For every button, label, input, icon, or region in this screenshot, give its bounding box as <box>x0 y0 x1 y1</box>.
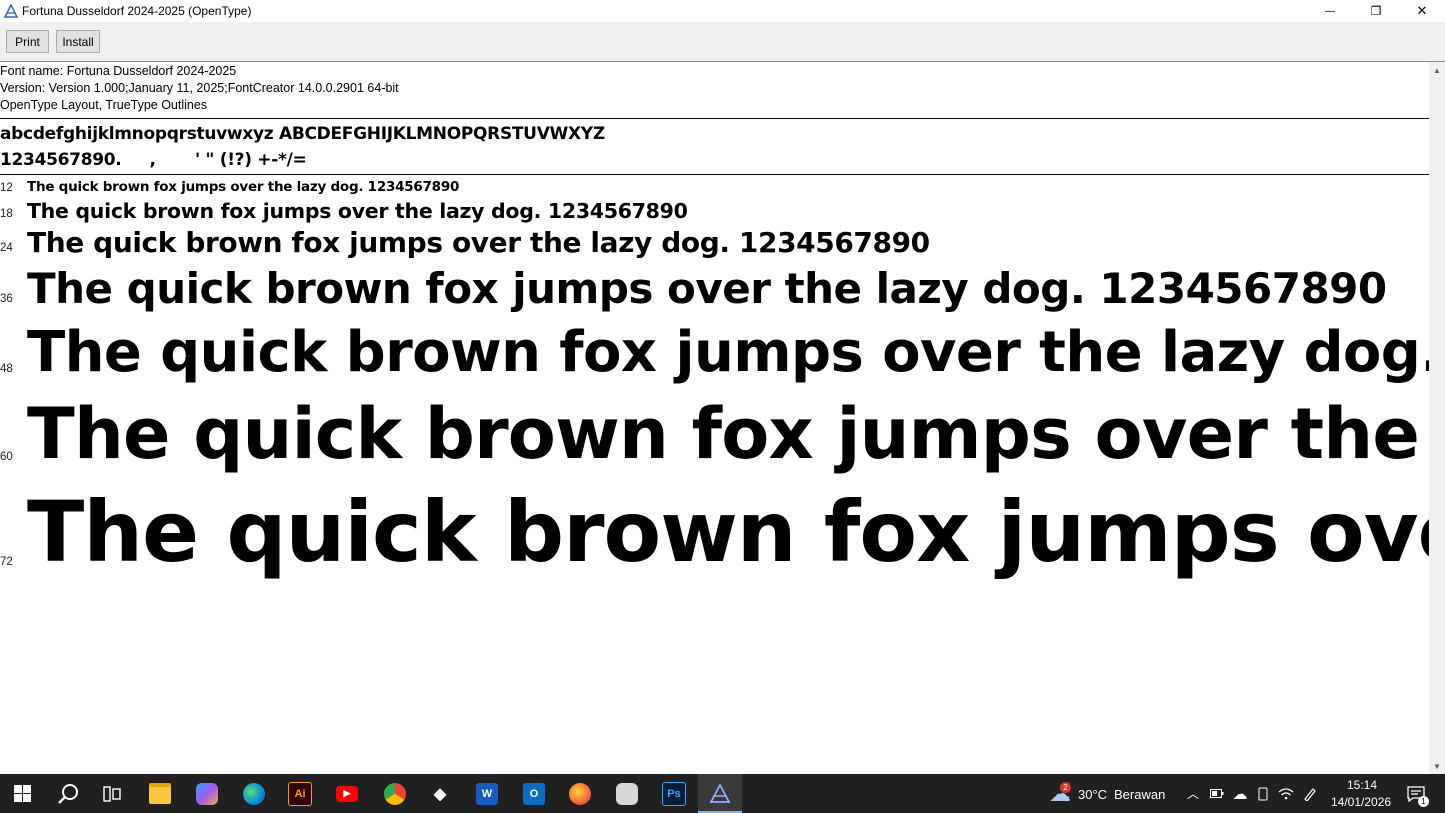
task-view-icon <box>103 785 121 802</box>
chrome-button[interactable] <box>373 774 417 813</box>
edge-button[interactable] <box>232 774 276 813</box>
chevron-up-icon: ︿ <box>1186 787 1199 801</box>
notification-button[interactable] <box>1402 774 1430 813</box>
minimize-button[interactable]: — <box>1307 0 1353 22</box>
photoshop-button[interactable]: Ps <box>652 774 696 813</box>
inkscape-icon: ◆ <box>433 785 447 803</box>
font-viewer-button[interactable] <box>698 774 742 813</box>
file-explorer-icon <box>149 783 171 804</box>
font-preview-area: Font name: Fortuna Dusseldorf 2024-2025 … <box>0 62 1429 774</box>
illustrator-icon: Ai <box>288 781 312 806</box>
window-title: Fortuna Dusseldorf 2024-2025 (OpenType) <box>22 4 252 18</box>
youtube-button[interactable]: ▶ <box>325 774 369 813</box>
size-label: 60 <box>0 451 13 463</box>
divider <box>0 118 1429 119</box>
outlook-icon: O <box>523 782 545 805</box>
start-icon <box>13 785 31 802</box>
sample-text: The quick brown fox jumps over the lazy … <box>27 264 1387 313</box>
onedrive-icon[interactable]: ☁ <box>1230 774 1250 813</box>
illustrator-button[interactable]: Ai <box>278 774 322 813</box>
weather-condition[interactable]: Berawan <box>1114 787 1165 802</box>
print-button[interactable]: Print <box>6 30 49 53</box>
task-view-button[interactable] <box>90 774 134 813</box>
size-label: 48 <box>0 363 13 375</box>
size-label: 72 <box>0 556 13 568</box>
divider <box>0 174 1429 175</box>
weather-button[interactable]: ☁ <box>1046 774 1074 813</box>
font-version-line: Version: Version 1.000;January 11, 2025;… <box>0 81 399 95</box>
size-label: 36 <box>0 293 13 305</box>
chrome-icon <box>384 782 406 805</box>
sample-text: The quick brown fox jumps over the lazy … <box>27 483 1429 581</box>
outlook-button[interactable]: O <box>512 774 556 813</box>
font-name-line: Font name: Fortuna Dusseldorf 2024-2025 <box>0 64 237 78</box>
notification-badge: 1 <box>1418 796 1429 807</box>
wifi-icon[interactable] <box>1276 774 1296 813</box>
search-button[interactable] <box>46 774 90 813</box>
youtube-icon: ▶ <box>336 785 358 802</box>
sample-text: The quick brown fox jumps over the lazy … <box>27 199 688 223</box>
font-viewer-icon <box>709 782 731 803</box>
weather-badge: 2 <box>1060 782 1071 793</box>
app-button[interactable] <box>605 774 649 813</box>
battery-icon[interactable] <box>1208 774 1226 813</box>
photoshop-icon: Ps <box>662 781 686 806</box>
clock-time[interactable]: 15:14 <box>1347 778 1377 792</box>
sample-text: The quick brown fox jumps over the lazy … <box>27 393 1429 475</box>
taskbar: Ai ▶ ◆ W O Ps ☁ 2 30°C Berawan ︿ ☁ 15:14… <box>0 774 1445 813</box>
install-button[interactable]: Install <box>56 30 100 53</box>
close-button[interactable]: ✕ <box>1399 0 1445 22</box>
size-label: 12 <box>0 182 13 194</box>
app-icon <box>616 782 638 805</box>
show-hidden-icons-button[interactable]: ︿ <box>1185 774 1201 813</box>
sample-text: The quick brown fox jumps over the lazy … <box>27 226 930 259</box>
vertical-scrollbar[interactable]: ▲ ▼ <box>1429 62 1445 774</box>
pen-icon[interactable] <box>1300 774 1320 813</box>
scroll-down-icon[interactable]: ▼ <box>1429 758 1445 774</box>
word-button[interactable]: W <box>465 774 509 813</box>
restore-icon: ❐ <box>1370 4 1382 18</box>
restore-button[interactable]: ❐ <box>1353 0 1399 22</box>
sample-text: The quick brown fox jumps over the lazy … <box>27 320 1429 385</box>
sample-text: The quick brown fox jumps over the lazy … <box>27 179 460 195</box>
search-icon <box>58 783 78 804</box>
copilot-button[interactable] <box>185 774 229 813</box>
firefox-icon <box>569 782 591 805</box>
start-button[interactable] <box>0 774 44 813</box>
size-label: 24 <box>0 242 13 254</box>
size-label: 18 <box>0 208 13 220</box>
edge-icon <box>243 782 265 805</box>
title-bar: Fortuna Dusseldorf 2024-2025 (OpenType) … <box>0 0 1445 22</box>
copilot-icon <box>196 782 218 805</box>
close-icon: ✕ <box>1416 3 1428 18</box>
clock-date[interactable]: 14/01/2026 <box>1331 795 1391 809</box>
device-icon[interactable] <box>1254 774 1272 813</box>
charset-symbols: 1234567890. , ' " (!?) +-*/= <box>0 150 307 170</box>
scroll-up-icon[interactable]: ▲ <box>1429 62 1445 78</box>
weather-temp[interactable]: 30°C <box>1078 787 1107 802</box>
firefox-button[interactable] <box>558 774 602 813</box>
charset-letters: abcdefghijklmnopqrstuvwxyz ABCDEFGHIJKLM… <box>0 124 605 144</box>
word-icon: W <box>476 782 498 805</box>
font-viewer-app-icon <box>3 3 19 19</box>
inkscape-button[interactable]: ◆ <box>418 774 462 813</box>
font-type-line: OpenType Layout, TrueType Outlines <box>0 98 208 112</box>
minimize-icon: — <box>1325 5 1335 17</box>
file-explorer-button[interactable] <box>138 774 182 813</box>
toolbar: Print Install <box>0 22 1445 62</box>
